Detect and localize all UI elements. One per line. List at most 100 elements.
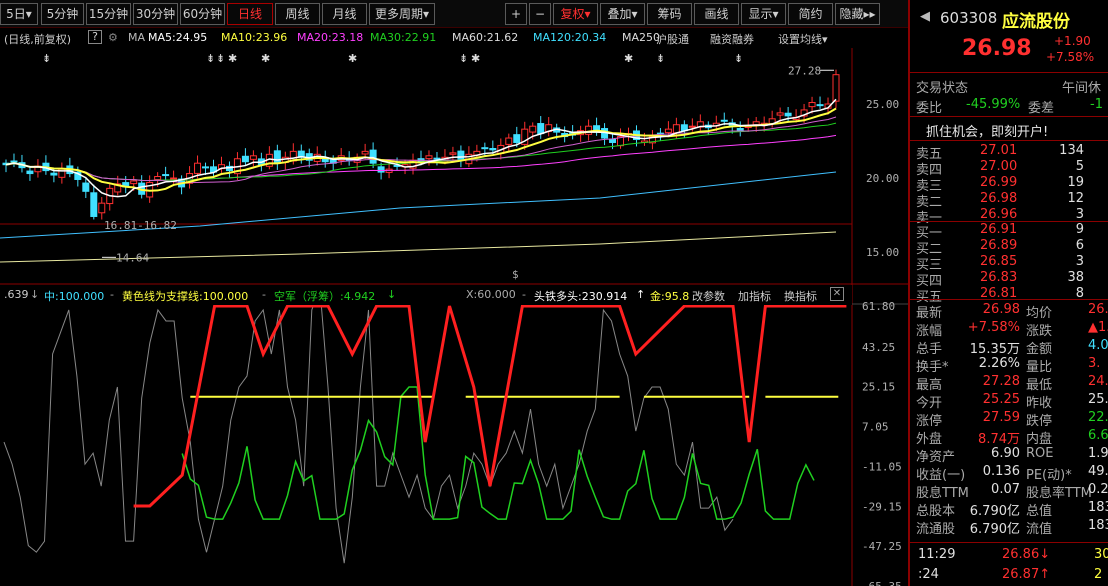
candle-body [784,112,792,117]
indicator-header: .639 ↓ 中:100.000 - 黄色线为支撑线:100.000 - 空军（… [0,285,852,305]
candle-body [170,177,178,180]
period-15min-button[interactable]: 15分钟 [86,3,131,25]
hide-panel-button[interactable]: 隐藏▸▸ [835,3,880,25]
range-annotation: 16.81-16.82 [104,219,177,232]
candle-body [489,148,497,151]
candle-body [202,166,210,169]
indicator-axis-label: -47.25 [862,540,902,553]
close-indicator-button[interactable]: ✕ [830,287,844,301]
stats-row: 最新26.98均价26.5 [910,301,1108,321]
ma-info-bar: (日线,前复权) ? ⚙ MA MA5:24.95 MA10:23.96 MA2… [0,28,852,48]
left-arrow-icon[interactable]: ◀ [920,9,930,24]
indicator-gray-line [3,287,734,564]
add-indicator-button[interactable]: 加指标 [738,288,771,304]
event-arrow-icon: ⇟ [656,52,665,65]
stat-value: 27.59 [982,410,1020,425]
stats-row: 总股本6.790亿总值183.2 [910,499,1108,519]
divider [910,72,1108,73]
tick-time: 11:29 [918,547,956,562]
fuquan-button[interactable]: 复权▾ [553,3,598,25]
order-book-price: 26.98 [980,191,1018,206]
candle-body [449,152,457,155]
simple-mode-button[interactable]: 简约 [788,3,833,25]
zoom-in-button[interactable]: + [505,3,527,25]
candle-body [752,121,760,126]
stats-row: 今开25.25昨收25.0 [910,391,1108,411]
order-book-price: 26.99 [980,175,1018,190]
period-monthly-button[interactable]: 月线 [322,3,367,25]
price-axis-label: 20.00 [866,172,899,185]
more-periods-button[interactable]: 更多周期▾ [369,3,435,25]
candle-body [529,125,537,133]
draw-line-button[interactable]: 画线 [694,3,739,25]
period-60min-button[interactable]: 60分钟 [180,3,225,25]
order-book-price: 26.83 [980,270,1018,285]
candle-body [90,192,98,217]
order-book-price: 26.91 [980,222,1018,237]
down-arrow-icon: ↓ [30,288,40,301]
stat-value: 0.26 [1088,482,1108,497]
stat-value: +7.58% [967,320,1020,335]
candle-body [808,102,816,108]
stats-row: 总手15.35万金额4.07 [910,337,1108,357]
stats-row: 股息TTM0.07股息率TTM0.26 [910,481,1108,501]
ind-zhong: 中:100.000 [44,290,105,303]
stats-row: 换手* 2.26% 量比 3. [910,355,1108,375]
overlay-button[interactable]: 叠加▾ [600,3,645,25]
event-star-icon: ✱ [261,52,270,65]
period-5min-button[interactable]: 5分钟 [41,3,84,25]
event-star-icon: ✱ [624,52,633,65]
chips-button[interactable]: 筹码 [647,3,692,25]
candle-body [154,176,162,181]
price-change: +1.90 [1054,34,1091,48]
indicator-axis-label: 61.80 [862,300,895,313]
stats-row: 流通股 6.790亿流值 183.2 [910,517,1108,537]
period-daily-button[interactable]: 日线 [227,3,273,25]
indicator-green-line [181,386,815,520]
divider [910,140,1108,141]
promo-row[interactable]: 抓住机会，即刻开户! [910,120,1108,140]
candle-body [688,125,696,128]
rongzi-link[interactable]: 融资融券 [710,31,754,47]
period-5day-button[interactable]: 5日▾ [0,3,38,25]
edit-params-button[interactable]: 改参数 [692,288,725,304]
order-book-volume: 19 [1067,175,1084,190]
candle-body [425,155,433,160]
ind-jin: 金:95.8 [650,290,690,303]
ind-kongjun: 空军（浮筹）:4.942 [274,290,376,303]
hugutong-link[interactable]: 沪股通 [656,31,689,47]
display-button[interactable]: 显示▾ [741,3,786,25]
order-book-volume: 6 [1075,238,1084,253]
stat-value: 1.97 [1088,446,1108,461]
candle-body [481,147,489,150]
stock-name: 应流股份 [1002,12,1070,32]
candle-body [720,119,728,122]
order-book-price: 26.85 [980,254,1018,269]
ma10-value: MA10:23.96 [221,31,288,44]
help-button[interactable]: ? [88,30,102,44]
stat-value: 27.28 [982,374,1020,389]
event-arrow-icon: ⇟ [206,52,215,65]
period-weekly-button[interactable]: 周线 [275,3,320,25]
candle-body [369,149,377,164]
candle-body [50,172,58,176]
price-header: 26.98 +1.90 +7.58% [910,34,1108,66]
stats-row: 涨幅+7.58%涨跌▲1.9 [910,319,1108,339]
stat-value: 6.90 [991,446,1020,461]
event-arrow-icon: ⇟ [216,52,225,65]
stat-value: 6.61 [1088,428,1108,443]
ma5-value: MA5:24.95 [148,31,208,44]
gear-icon[interactable]: ⚙ [108,31,118,44]
ind-x: X:60.000 [466,288,516,301]
candle-body [82,182,90,192]
stat-value: 26.98 [982,302,1020,317]
ma30-value: MA30:22.91 [370,31,437,44]
ma60-value: MA60:21.62 [452,31,519,44]
candle-body [194,162,202,174]
zoom-out-button[interactable]: − [529,3,551,25]
change-indicator-button[interactable]: 换指标 [784,288,817,304]
set-ma-button[interactable]: 设置均线▾ [778,31,828,47]
period-30min-button[interactable]: 30分钟 [133,3,178,25]
promo-link[interactable]: 抓住机会，即刻开户! [926,121,1048,140]
candle-body [664,128,672,134]
